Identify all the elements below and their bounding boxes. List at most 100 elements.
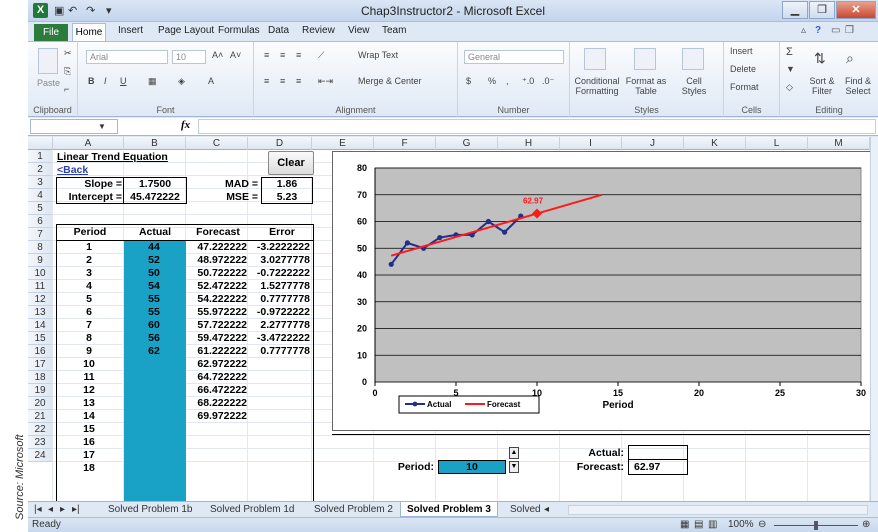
page-layout-view-icon[interactable]: ▤ (694, 518, 703, 532)
restore-button[interactable]: ❐ (809, 1, 835, 19)
page-break-view-icon[interactable]: ▥ (708, 518, 717, 532)
cell-error[interactable]: 3.0277778 (250, 254, 310, 267)
cell-period[interactable]: 8 (57, 332, 121, 345)
period-spin-down-icon[interactable]: ▼ (509, 461, 519, 473)
next-sheet-icon[interactable]: ▸ (60, 502, 65, 517)
prev-sheet-icon[interactable]: ◂ (48, 502, 53, 517)
insert-function-button[interactable]: fx (181, 119, 190, 131)
row-header-19[interactable]: 19 (28, 384, 53, 397)
align-left-icon[interactable]: ≡ (264, 76, 269, 86)
paste-button[interactable]: Paste (37, 78, 60, 88)
cell-period[interactable]: 2 (57, 254, 121, 267)
clear-button[interactable]: Clear (268, 151, 314, 175)
tab-page-layout[interactable]: Page Layout (158, 25, 214, 36)
row-header-21[interactable]: 21 (28, 410, 53, 423)
currency-button[interactable]: $ (466, 76, 471, 86)
find-select-icon[interactable]: ⌕ (846, 50, 854, 67)
mad-value[interactable]: 1.86 (261, 178, 313, 191)
format-as-table-button[interactable]: Format as Table (622, 76, 670, 96)
zoom-slider-thumb[interactable] (814, 521, 818, 530)
cell-forecast[interactable]: 47.222222 (187, 241, 247, 254)
copy-icon[interactable]: ⎘ (64, 66, 71, 77)
cell-period[interactable]: 17 (57, 449, 121, 462)
cell-period[interactable]: 6 (57, 306, 121, 319)
format-painter-icon[interactable]: ⌐ (64, 84, 69, 94)
cell-forecast[interactable]: 64.722222 (187, 371, 247, 384)
cell-period[interactable]: 11 (57, 371, 121, 384)
cell-forecast[interactable]: 57.722222 (187, 319, 247, 332)
cell-error[interactable]: 0.7777778 (250, 345, 310, 358)
find-select-button[interactable]: Find & Select (840, 76, 876, 96)
grow-font-icon[interactable]: A˄ (212, 50, 223, 60)
row-header-7[interactable]: 7 (28, 228, 53, 241)
column-header-c[interactable]: C (186, 137, 248, 150)
column-header-f[interactable]: F (374, 137, 436, 150)
normal-view-icon[interactable]: ▦ (680, 518, 689, 532)
underline-button[interactable]: U (120, 76, 127, 86)
clear-icon[interactable]: ◇ (786, 82, 793, 93)
row-header-24[interactable]: 24 (28, 449, 53, 462)
font-color-icon[interactable]: A (208, 76, 214, 86)
tab-insert[interactable]: Insert (118, 25, 143, 36)
tab-data[interactable]: Data (268, 25, 289, 36)
decrease-decimal-icon[interactable]: .0⁻ (542, 76, 554, 87)
bold-button[interactable]: B (88, 76, 95, 86)
cell-error[interactable]: 0.7777778 (250, 293, 310, 306)
tab-scroll-icon[interactable]: ◂ (544, 502, 549, 517)
cell-actual[interactable]: 44 (124, 241, 184, 254)
cell-styles-button[interactable]: Cell Styles (674, 76, 714, 96)
column-header-a[interactable]: A (53, 137, 124, 150)
cell-period[interactable]: 15 (57, 423, 121, 436)
sort-filter-button[interactable]: Sort & Filter (804, 76, 840, 96)
cell-error[interactable]: -0.9722222 (250, 306, 310, 319)
column-header-e[interactable]: E (312, 137, 374, 150)
select-all-corner[interactable] (28, 137, 53, 150)
format-as-table-icon[interactable] (634, 48, 656, 70)
fill-icon[interactable]: ▼ (786, 64, 795, 74)
trend-chart[interactable]: 0 10 20 30 40 50 60 70 80 0 5 10 15 20 25 30 62.97 Actual… (332, 151, 870, 431)
align-middle-icon[interactable]: ≡ (280, 50, 285, 60)
cell-period[interactable]: 9 (57, 345, 121, 358)
first-sheet-icon[interactable]: |◂ (34, 502, 42, 517)
name-box[interactable]: ▼ (30, 119, 118, 134)
sort-filter-icon[interactable]: ⇅ (814, 50, 826, 67)
collapse-ribbon-icon[interactable]: ▵ (801, 25, 806, 36)
row-header-3[interactable]: 3 (28, 176, 53, 189)
increase-decimal-icon[interactable]: ⁺.0 (522, 76, 534, 87)
cell-error[interactable]: -3.2222222 (250, 241, 310, 254)
cell-error[interactable]: -0.7222222 (250, 267, 310, 280)
cell-actual[interactable]: 62 (124, 345, 184, 358)
cell-actual[interactable]: 60 (124, 319, 184, 332)
name-box-dropdown-icon[interactable]: ▼ (98, 122, 106, 131)
help-icon[interactable]: ? (815, 25, 821, 36)
slope-value[interactable]: 1.7500 (124, 178, 186, 191)
zoom-out-icon[interactable]: ⊖ (758, 518, 766, 532)
row-header-22[interactable]: 22 (28, 423, 53, 436)
zoom-in-icon[interactable]: ⊕ (862, 518, 870, 532)
column-header-j[interactable]: J (622, 137, 684, 150)
fill-color-icon[interactable]: ◈ (178, 76, 185, 87)
zoom-level[interactable]: 100% (728, 518, 754, 532)
cell-actual[interactable]: 56 (124, 332, 184, 345)
column-header-m[interactable]: M (808, 137, 870, 150)
column-header-l[interactable]: L (746, 137, 808, 150)
cell-period[interactable]: 16 (57, 436, 121, 449)
tab-file[interactable]: File (34, 24, 68, 41)
sheet-tab-more[interactable]: Solved (510, 502, 541, 517)
align-bottom-icon[interactable]: ≡ (296, 50, 301, 60)
conditional-formatting-button[interactable]: Conditional Formatting (572, 76, 622, 96)
cut-icon[interactable]: ✂ (64, 48, 72, 59)
delete-cells-button[interactable]: Delete (730, 64, 756, 74)
cell-period[interactable]: 7 (57, 319, 121, 332)
font-size-dropdown[interactable]: 10 (172, 50, 206, 64)
insert-cells-button[interactable]: Insert (730, 46, 753, 56)
row-header-14[interactable]: 14 (28, 319, 53, 332)
period-spin-up-icon[interactable]: ▲ (509, 447, 519, 459)
tab-view[interactable]: View (348, 25, 370, 36)
cell-forecast[interactable]: 69.972222 (187, 410, 247, 423)
row-header-23[interactable]: 23 (28, 436, 53, 449)
row-header-15[interactable]: 15 (28, 332, 53, 345)
sheet-tab-1b[interactable]: Solved Problem 1b (108, 502, 193, 517)
indent-icon[interactable]: ⇤⇥ (318, 76, 333, 87)
tab-review[interactable]: Review (302, 25, 335, 36)
